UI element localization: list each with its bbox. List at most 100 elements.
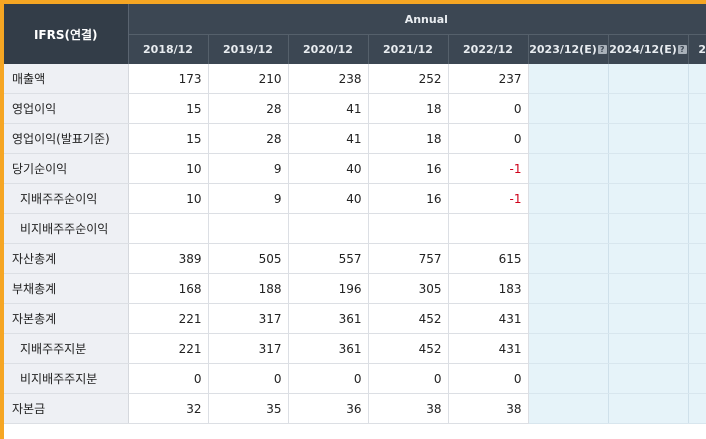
- estimate-cell: [608, 93, 689, 124]
- value-cell: 505: [208, 243, 289, 274]
- year-header-5: 2023/12(E)?: [528, 34, 609, 64]
- row-label: 비지배주주지분: [4, 363, 129, 394]
- value-cell: 452: [368, 303, 449, 334]
- value-cell: 210: [208, 64, 289, 94]
- table-row: 자본금 32 35 36 38 38: [4, 393, 706, 424]
- financial-summary-table: IFRS(연결) Annual 2018/12 2019/12 2020/12 202…: [4, 4, 706, 424]
- year-label: 2019/12: [223, 43, 273, 56]
- value-cell: 36: [288, 393, 369, 424]
- value-cell: 0: [128, 363, 209, 394]
- estimate-cell: [608, 363, 689, 394]
- estimate-cell: [688, 333, 706, 364]
- value-cell: 38: [368, 393, 449, 424]
- value-cell: 41: [288, 93, 369, 124]
- year-label: 20: [698, 43, 706, 56]
- value-cell: -1: [448, 183, 529, 214]
- year-header-1: 2019/12: [208, 34, 289, 64]
- estimate-cell: [688, 123, 706, 154]
- year-label: 2023/12(E): [529, 43, 597, 56]
- estimate-cell: [528, 243, 609, 274]
- estimate-cell: [608, 393, 689, 424]
- value-cell: 18: [368, 93, 449, 124]
- row-label: 지배주주지분: [4, 333, 129, 364]
- estimate-cell: [608, 273, 689, 304]
- estimate-cell: [688, 93, 706, 124]
- value-cell: 38: [448, 393, 529, 424]
- estimate-cell: [608, 153, 689, 184]
- value-cell: 238: [288, 64, 369, 94]
- value-cell: 431: [448, 303, 529, 334]
- year-header-7: 20: [688, 34, 706, 64]
- estimate-cell: [608, 64, 689, 94]
- value-cell: 188: [208, 273, 289, 304]
- value-cell: 28: [208, 123, 289, 154]
- estimate-cell: [528, 123, 609, 154]
- financial-summary-frame: IFRS(연결) Annual 2018/12 2019/12 2020/12 202…: [4, 4, 706, 439]
- value-cell: 196: [288, 273, 369, 304]
- estimate-cell: [688, 363, 706, 394]
- value-cell: 221: [128, 303, 209, 334]
- value-cell: 0: [448, 363, 529, 394]
- row-label: 영업이익(발표기준): [4, 123, 129, 154]
- value-cell: 168: [128, 273, 209, 304]
- row-label: 매출액: [4, 64, 129, 94]
- value-cell: 221: [128, 333, 209, 364]
- value-cell: 40: [288, 183, 369, 214]
- value-cell: 16: [368, 183, 449, 214]
- row-label: 영업이익: [4, 93, 129, 124]
- value-cell: [208, 213, 289, 244]
- value-cell: 361: [288, 333, 369, 364]
- estimate-cell: [608, 303, 689, 334]
- estimate-cell: [608, 333, 689, 364]
- value-cell: [368, 213, 449, 244]
- value-cell: 431: [448, 333, 529, 364]
- corner-label: IFRS(연결): [4, 4, 129, 64]
- estimate-cell: [528, 213, 609, 244]
- value-cell: 0: [448, 123, 529, 154]
- estimate-cell: [688, 303, 706, 334]
- value-cell: -1: [448, 153, 529, 184]
- value-cell: 40: [288, 153, 369, 184]
- table-row: 자산총계 389 505 557 757 615: [4, 243, 706, 274]
- year-header-2: 2020/12: [288, 34, 369, 64]
- estimate-cell: [528, 273, 609, 304]
- table-row: 당기순이익 10 9 40 16 -1: [4, 153, 706, 184]
- value-cell: 0: [208, 363, 289, 394]
- value-cell: 317: [208, 333, 289, 364]
- header-row-group: IFRS(연결) Annual: [4, 4, 706, 64]
- row-label: 자본총계: [4, 303, 129, 334]
- value-cell: [128, 213, 209, 244]
- value-cell: 15: [128, 93, 209, 124]
- table-row: 부채총계 168 188 196 305 183: [4, 273, 706, 304]
- estimate-cell: [688, 64, 706, 94]
- year-header-6: 2024/12(E)?: [608, 34, 689, 64]
- value-cell: 15: [128, 123, 209, 154]
- year-label: 2018/12: [143, 43, 193, 56]
- value-cell: 183: [448, 273, 529, 304]
- row-label: 자산총계: [4, 243, 129, 274]
- estimate-cell: [688, 183, 706, 214]
- table-row: 영업이익 15 28 41 18 0: [4, 93, 706, 124]
- year-header-4: 2022/12: [448, 34, 529, 64]
- value-cell: 389: [128, 243, 209, 274]
- value-cell: 9: [208, 183, 289, 214]
- value-cell: 361: [288, 303, 369, 334]
- value-cell: 252: [368, 64, 449, 94]
- table-body: 매출액 173 210 238 252 237 영업이익 15 28 41 18 0 영업이익(발표기준…: [4, 64, 706, 424]
- table-row: 비지배주주순이익: [4, 213, 706, 244]
- value-cell: 28: [208, 93, 289, 124]
- value-cell: 557: [288, 243, 369, 274]
- annual-group-header: Annual: [128, 4, 706, 35]
- value-cell: 0: [368, 363, 449, 394]
- year-label: 2021/12: [383, 43, 433, 56]
- row-label: 지배주주순이익: [4, 183, 129, 214]
- estimate-cell: [608, 213, 689, 244]
- value-cell: 305: [368, 273, 449, 304]
- value-cell: [448, 213, 529, 244]
- table-row: 자본총계 221 317 361 452 431: [4, 303, 706, 334]
- estimate-cell: [688, 153, 706, 184]
- estimate-cell: [688, 243, 706, 274]
- help-icon[interactable]: ?: [677, 45, 687, 54]
- help-icon[interactable]: ?: [597, 45, 607, 54]
- estimate-cell: [528, 93, 609, 124]
